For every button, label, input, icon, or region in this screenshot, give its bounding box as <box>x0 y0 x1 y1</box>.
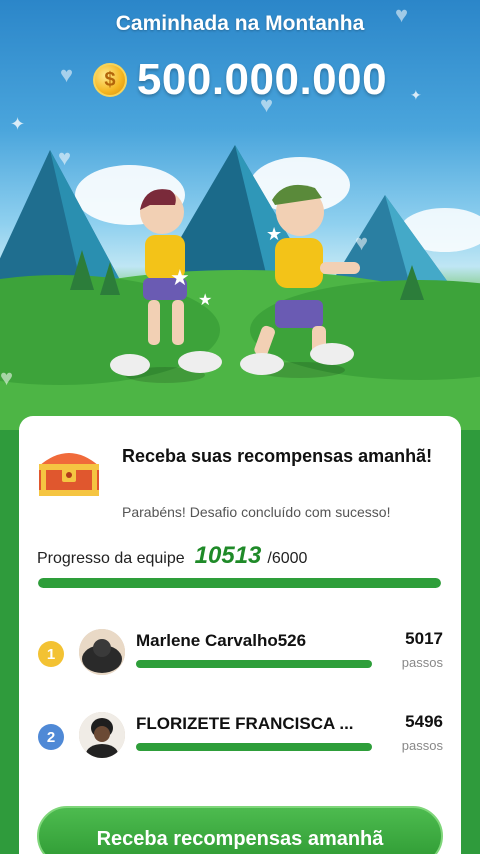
member-progress-bar <box>136 660 372 668</box>
svg-text:✦: ✦ <box>10 114 25 134</box>
team-progress-bar <box>38 578 441 588</box>
challenge-result-card: Receba suas recompensas amanhã! Parabéns… <box>19 416 461 854</box>
coin-icon: $ <box>92 63 127 97</box>
prize-amount: 500.000.000 <box>136 55 388 104</box>
member-progress-fill <box>136 743 372 751</box>
steps-count: 5496 <box>405 712 443 731</box>
svg-text:★: ★ <box>170 265 190 290</box>
member-name: Marlene Carvalho526 <box>136 631 307 650</box>
member-row[interactable]: 1 Marlene Carvalho526 5017 passos <box>19 621 461 681</box>
svg-text:★: ★ <box>266 224 282 244</box>
treasure-chest-icon <box>39 453 99 496</box>
page-title: Caminhada na Montanha <box>115 12 365 35</box>
member-progress-bar <box>136 743 372 751</box>
steps-unit: passos <box>401 655 443 670</box>
svg-text:★: ★ <box>198 292 212 309</box>
team-progress: Progresso da equipe 10513 /6000 <box>37 542 307 570</box>
team-progress-value: 10513 <box>194 542 262 569</box>
claim-rewards-button[interactable]: Receba recompensas amanhã <box>37 806 443 854</box>
member-steps: 5017 passos <box>402 629 443 670</box>
rank-badge: 1 <box>38 641 64 667</box>
rank-badge: 2 <box>38 724 64 750</box>
team-progress-goal: /6000 <box>267 550 308 567</box>
steps-unit: passos <box>401 738 443 753</box>
reward-subtitle: Parabéns! Desafio concluído com sucesso! <box>122 504 391 520</box>
avatar <box>79 629 125 675</box>
heart-icon: ♥ <box>355 230 369 255</box>
hero-banner: ✦ ★ ★ ★ ✦ ♥ ♥ ♥ ♥ ♥ ♥ Caminhada na Monta… <box>0 0 480 430</box>
member-name: FLORIZETE FRANCISCA ... <box>136 714 354 733</box>
reward-title: Receba suas recompensas amanhã! <box>122 446 433 466</box>
team-progress-fill <box>38 578 441 588</box>
member-progress-fill <box>136 660 372 668</box>
heart-icon: ♥ <box>0 365 14 390</box>
avatar <box>79 712 125 758</box>
team-progress-label: Progresso da equipe <box>37 550 185 567</box>
member-steps: 5496 passos <box>402 712 443 753</box>
member-row[interactable]: 2 FLORIZETE FRANCISCA ... 5496 passos <box>19 704 461 764</box>
prize-pool: $ 500.000.000 <box>0 55 480 105</box>
heart-icon: ♥ <box>58 145 72 170</box>
steps-count: 5017 <box>405 629 443 648</box>
